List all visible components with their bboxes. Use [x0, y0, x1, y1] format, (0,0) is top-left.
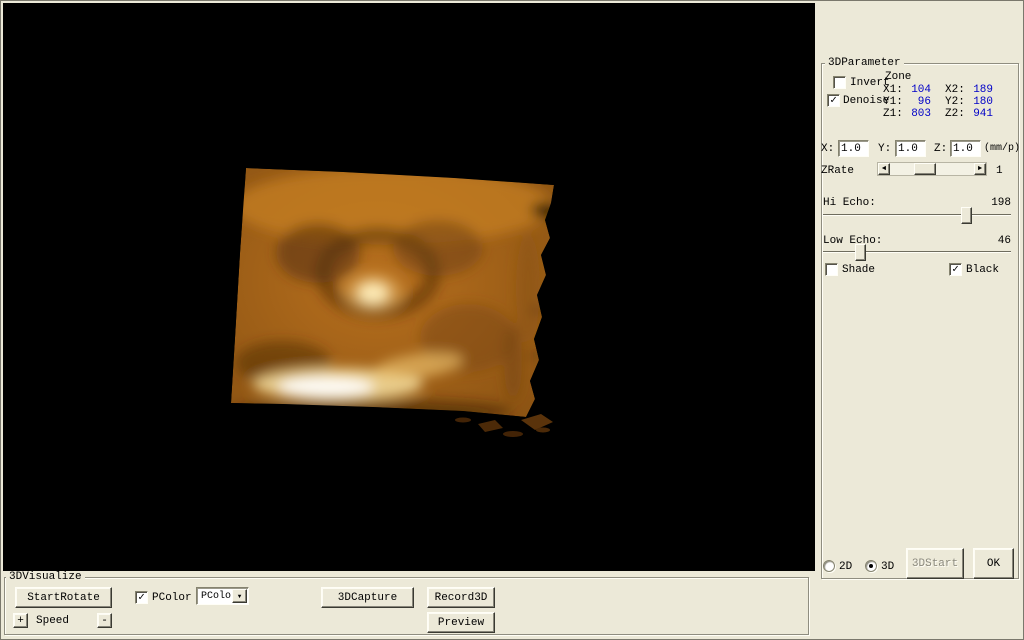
scale-y-label: Y: — [878, 143, 892, 155]
3dstart-button[interactable]: 3DStart — [906, 548, 964, 579]
ultrasound-volume-render — [231, 168, 554, 437]
preview-button[interactable]: Preview — [427, 612, 495, 633]
low-echo-value: 46 — [997, 235, 1011, 247]
scale-unit-label: (mm/p) — [984, 143, 1021, 154]
ok-button[interactable]: OK — [973, 548, 1014, 579]
scale-z-label: Z: — [934, 143, 948, 155]
speed-minus-button[interactable]: - — [97, 613, 112, 628]
zrate-label: ZRate — [821, 165, 855, 177]
hi-echo-slider-thumb[interactable] — [961, 207, 972, 224]
scale-y-input[interactable] — [895, 140, 926, 157]
zone-title: Zone — [885, 71, 912, 83]
hi-echo-label: Hi Echo: — [823, 197, 876, 209]
pcolor-dropdown[interactable]: PColor ▼ — [196, 587, 249, 605]
3dvisualize-group-title: 3DVisualize — [6, 571, 85, 583]
zrate-scrollbar-thumb[interactable] — [914, 163, 936, 175]
3dparameter-group-title: 3DParameter — [825, 57, 904, 69]
black-checkbox[interactable]: ✓ — [949, 263, 962, 276]
parameter-panel: 3DParameter ✓ Invert ✓ Denoise Zone X1: … — [815, 1, 1023, 639]
zone-y1-label: Y1: — [883, 96, 903, 108]
zone-x1-value: 104 — [911, 84, 931, 96]
zone-x2-value: 189 — [973, 84, 993, 96]
zone-y2-value: 180 — [973, 96, 993, 108]
denoise-checkbox[interactable]: ✓ — [827, 94, 840, 107]
dropdown-arrow-icon[interactable]: ▼ — [232, 589, 247, 603]
pcolor-checkbox[interactable]: ✓ — [135, 591, 148, 604]
black-label: Black — [966, 264, 1000, 276]
hi-echo-slider-track[interactable] — [823, 214, 1011, 216]
shade-label: Shade — [842, 264, 876, 276]
zrate-scroll-left-icon[interactable]: ◄ — [878, 163, 890, 175]
zone-z1-value: 803 — [911, 108, 931, 120]
radio-2d[interactable] — [823, 560, 835, 572]
check-mark-icon: ✓ — [830, 94, 837, 107]
3dcapture-button[interactable]: 3DCapture — [321, 587, 414, 608]
pcolor-checkbox-label: PColor — [152, 592, 192, 604]
zone-x1-label: X1: — [883, 84, 903, 96]
zone-y2-label: Y2: — [945, 96, 965, 108]
zone-z2-value: 941 — [973, 108, 993, 120]
render-fragments — [455, 414, 553, 437]
check-mark-icon: ✓ — [138, 591, 145, 604]
visualize-bar: 3DVisualize StartRotate ✓ PColor PColor … — [3, 571, 815, 639]
speed-label: Speed — [36, 615, 70, 627]
low-echo-slider-thumb[interactable] — [855, 244, 866, 261]
radio-3d-label: 3D — [881, 561, 895, 573]
zrate-scrollbar[interactable]: ◄ ► — [877, 162, 987, 176]
scale-x-input[interactable] — [838, 140, 869, 157]
zone-x2-label: X2: — [945, 84, 965, 96]
zone-z2-label: Z2: — [945, 108, 965, 120]
ultrasound-3d-app-window: 3DParameter ✓ Invert ✓ Denoise Zone X1: … — [0, 0, 1024, 640]
radio-2d-label: 2D — [839, 561, 853, 573]
check-mark-icon: ✓ — [952, 263, 959, 276]
speed-plus-button[interactable]: + — [13, 613, 28, 628]
zone-y1-value: 96 — [917, 96, 931, 108]
invert-checkbox[interactable]: ✓ — [833, 76, 846, 89]
zone-z1-label: Z1: — [883, 108, 903, 120]
scale-x-label: X: — [821, 143, 835, 155]
low-echo-label: Low Echo: — [823, 235, 883, 247]
start-rotate-button[interactable]: StartRotate — [15, 587, 112, 608]
scale-z-input[interactable] — [950, 140, 981, 157]
record3d-button[interactable]: Record3D — [427, 587, 495, 608]
low-echo-slider-track[interactable] — [823, 251, 1011, 253]
radio-3d[interactable] — [865, 560, 877, 572]
shade-checkbox[interactable]: ✓ — [825, 263, 838, 276]
zrate-scroll-right-icon[interactable]: ► — [974, 163, 986, 175]
3d-render-viewport[interactable] — [3, 3, 815, 571]
zrate-value: 1 — [996, 165, 1003, 177]
